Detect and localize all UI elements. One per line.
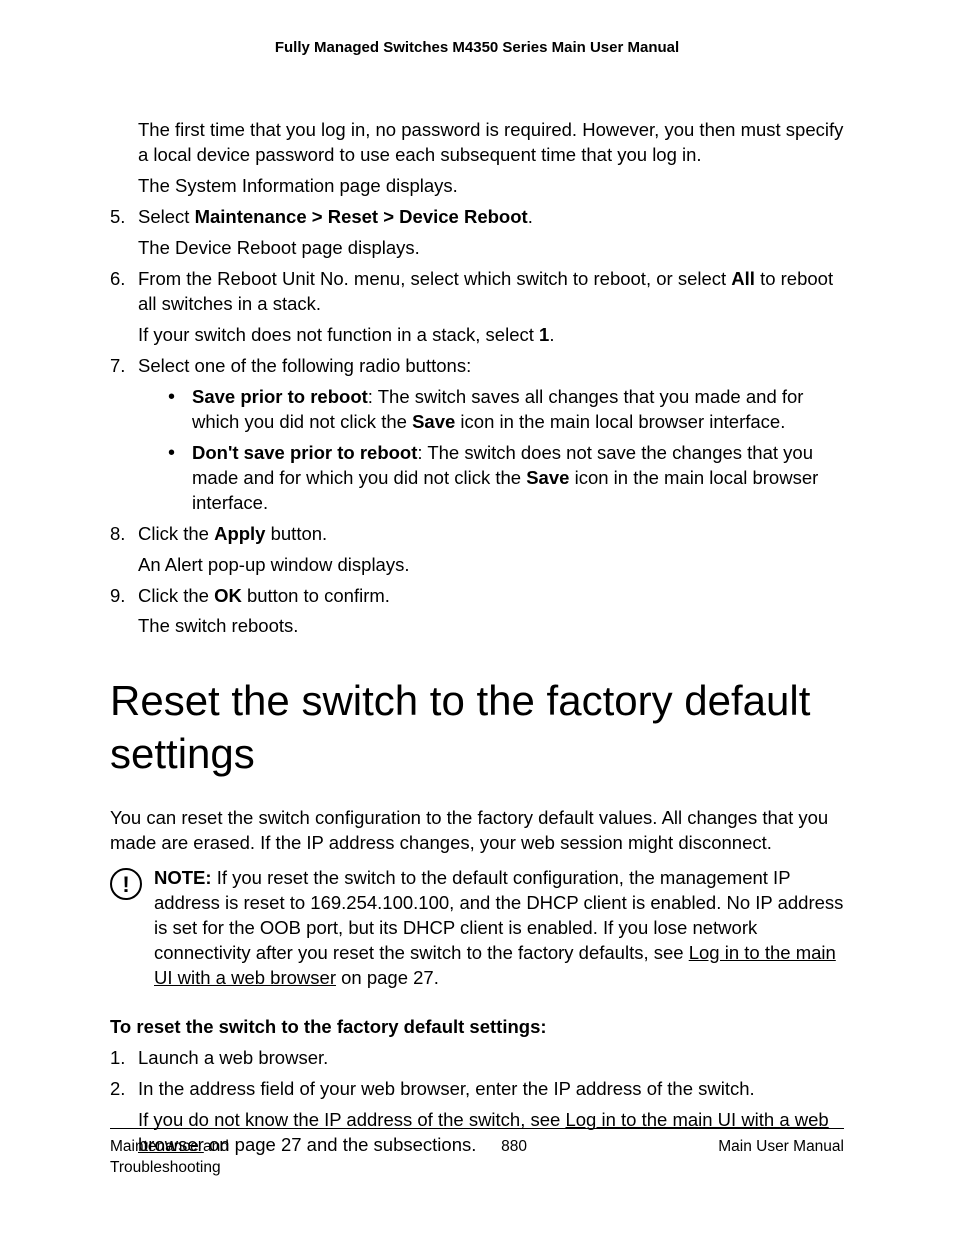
step-8-sub: An Alert pop-up window displays. — [138, 553, 844, 578]
page-footer: Maintenance and Troubleshooting 880 Main… — [110, 1128, 844, 1179]
bullet-icon: • — [168, 385, 192, 435]
step-5-text: Select Maintenance > Reset > Device Rebo… — [138, 205, 844, 230]
bullet-save-prior: • Save prior to reboot: The switch saves… — [168, 385, 844, 435]
step-6-sub: If your switch does not function in a st… — [138, 323, 844, 348]
footer-right: Main User Manual — [718, 1137, 844, 1179]
step-8-text: Click the Apply button. — [138, 522, 844, 547]
step-5-sub: The Device Reboot page displays. — [138, 236, 844, 261]
bullet-body: Save prior to reboot: The switch saves a… — [192, 385, 844, 435]
step-number: 5. — [110, 205, 138, 261]
intro-p1: The first time that you log in, no passw… — [138, 118, 844, 168]
step-7-text: Select one of the following radio button… — [138, 354, 844, 379]
page-header: Fully Managed Switches M4350 Series Main… — [0, 0, 954, 58]
step-9-text: Click the OK button to confirm. — [138, 584, 844, 609]
step-9: 9. Click the OK button to confirm. The s… — [110, 584, 844, 640]
bullet-dont-save-prior: • Don't save prior to reboot: The switch… — [168, 441, 844, 516]
reset-step-2-text: In the address field of your web browser… — [138, 1077, 844, 1102]
step-number: 1. — [110, 1046, 138, 1071]
step-9-sub: The switch reboots. — [138, 614, 844, 639]
step-number: 8. — [110, 522, 138, 578]
step-number: 9. — [110, 584, 138, 640]
reset-step-1-text: Launch a web browser. — [138, 1046, 844, 1071]
step-5: 5. Select Maintenance > Reset > Device R… — [110, 205, 844, 261]
intro-p2: The System Information page displays. — [138, 174, 844, 199]
reset-step-1: 1. Launch a web browser. — [110, 1046, 844, 1071]
section-heading: Reset the switch to the factory default … — [110, 675, 844, 780]
step-number: 7. — [110, 354, 138, 516]
note-block: ! NOTE: If you reset the switch to the d… — [110, 866, 844, 991]
note-body: NOTE: If you reset the switch to the def… — [154, 866, 844, 991]
bullet-body: Don't save prior to reboot: The switch d… — [192, 441, 844, 516]
alert-icon: ! — [110, 868, 142, 900]
footer-page-number: 880 — [310, 1137, 718, 1179]
step-8: 8. Click the Apply button. An Alert pop-… — [110, 522, 844, 578]
step-6-text: From the Reboot Unit No. menu, select wh… — [138, 267, 844, 317]
bullet-icon: • — [168, 441, 192, 516]
step-6: 6. From the Reboot Unit No. menu, select… — [110, 267, 844, 348]
step-7: 7. Select one of the following radio but… — [110, 354, 844, 516]
procedure-heading: To reset the switch to the factory defau… — [110, 1015, 844, 1040]
footer-left: Maintenance and Troubleshooting — [110, 1137, 310, 1179]
step-number: 6. — [110, 267, 138, 348]
section-intro: You can reset the switch configuration t… — [110, 806, 844, 856]
page-content: The first time that you log in, no passw… — [110, 118, 844, 1158]
